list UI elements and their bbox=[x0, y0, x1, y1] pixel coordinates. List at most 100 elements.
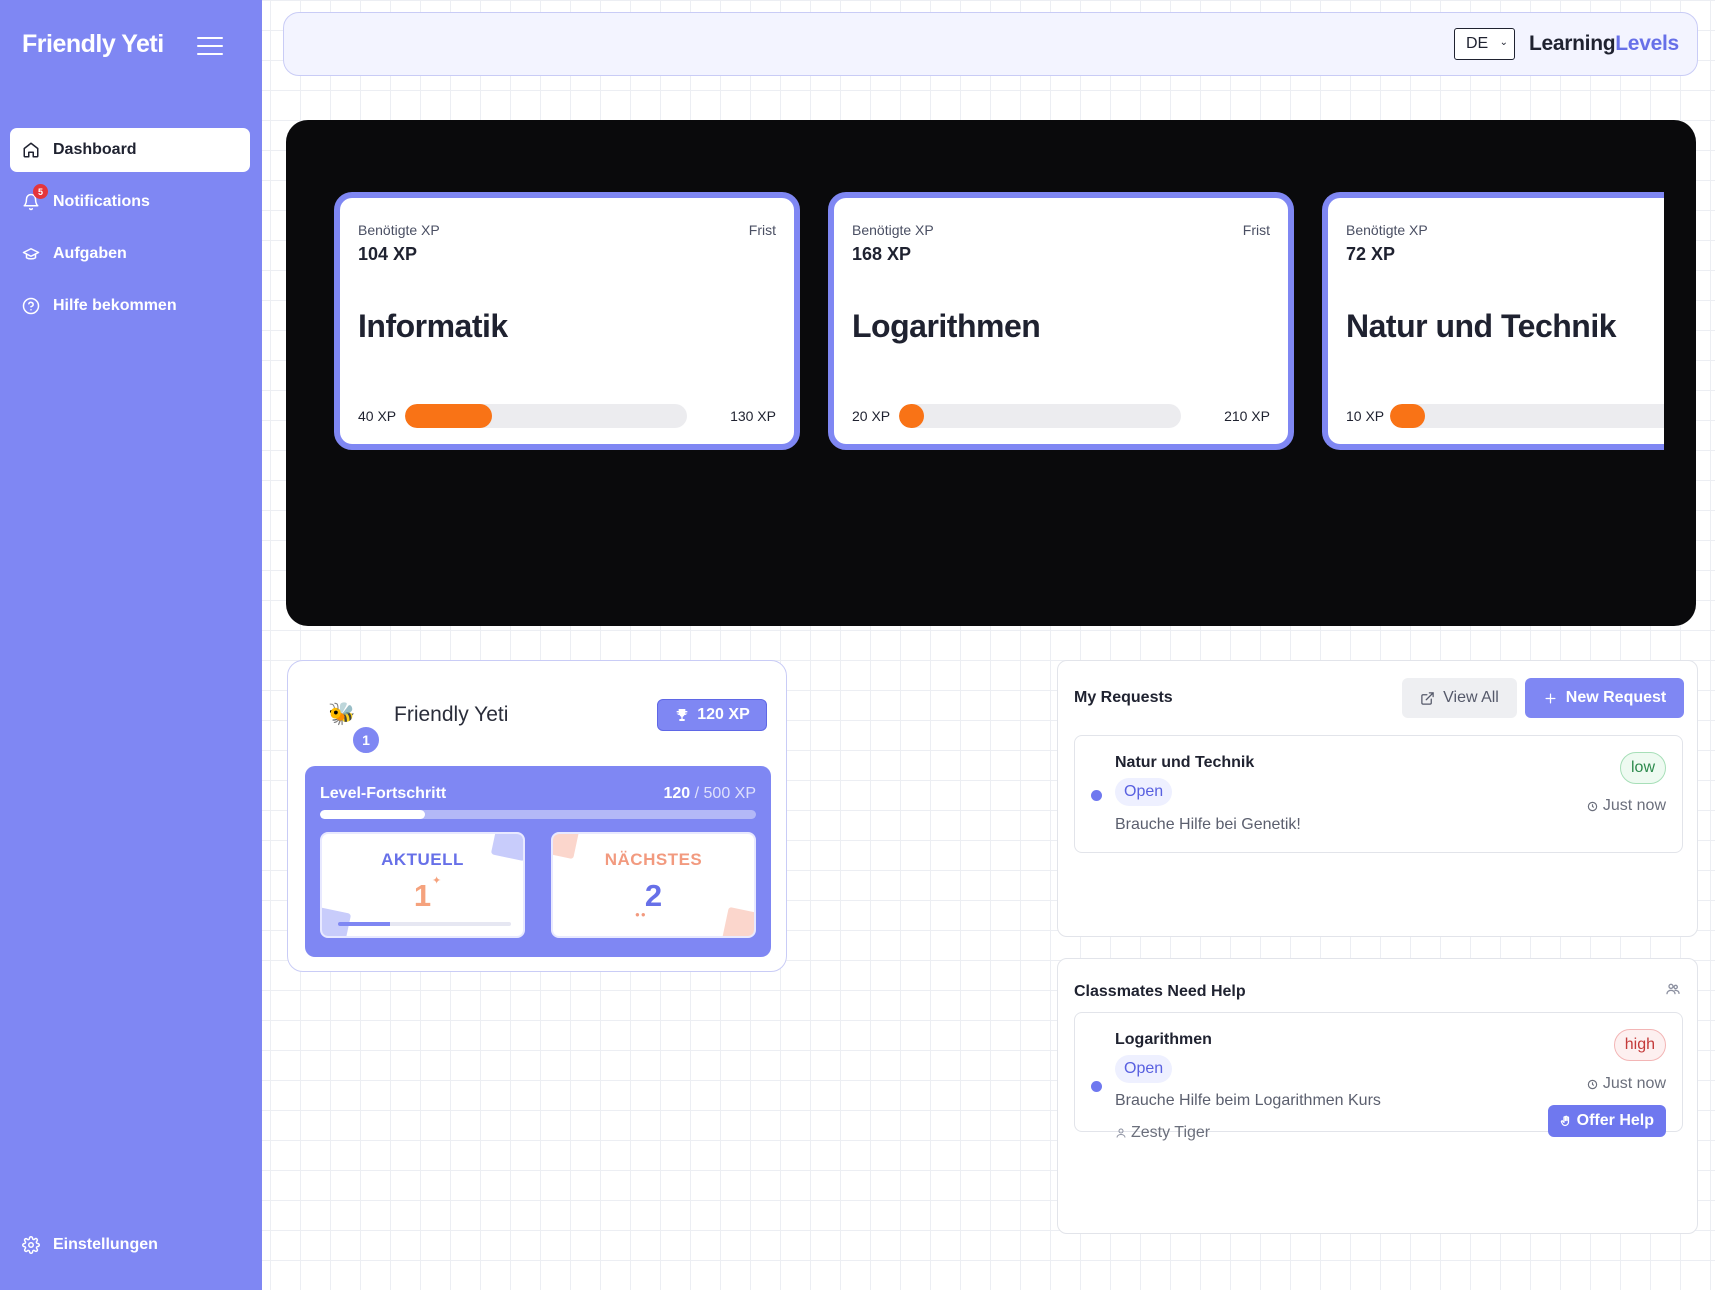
sidebar-item-settings[interactable]: Einstellungen bbox=[22, 1236, 158, 1254]
current-level-number: 1 bbox=[413, 878, 432, 913]
user-level-badge: 1 bbox=[351, 725, 381, 755]
status-badge: Open bbox=[1115, 778, 1173, 806]
required-xp-label: Benötigte XP bbox=[852, 222, 934, 238]
current-level-label: AKTUELL bbox=[381, 850, 464, 869]
required-xp-label: Benötigte XP bbox=[1346, 222, 1428, 238]
new-request-label: New Request bbox=[1565, 689, 1667, 706]
clock-icon bbox=[1587, 1079, 1598, 1089]
panel-title: My Requests bbox=[1074, 689, 1173, 706]
course-carousel: Benötigte XP Frist 104 XP Informatik 40 … bbox=[286, 120, 1696, 626]
required-xp-value: 104 XP bbox=[358, 244, 418, 264]
request-time-label: Just now bbox=[1602, 797, 1666, 814]
sidebar-item-notifications[interactable]: 5 Notifications bbox=[10, 180, 250, 224]
sidebar-item-hilfe-bekommen[interactable]: Hilfe bekommen bbox=[10, 284, 250, 328]
view-all-label: View All bbox=[1443, 689, 1499, 706]
language-value: DE bbox=[1466, 35, 1489, 52]
course-title: Logarithmen bbox=[852, 308, 1041, 344]
required-xp-value: 72 XP bbox=[1346, 244, 1396, 264]
trophy-icon bbox=[676, 709, 688, 721]
request-author: Zesty Tiger bbox=[1115, 1124, 1210, 1142]
request-description: Brauche Hilfe beim Logarithmen Kurs bbox=[1115, 1092, 1381, 1109]
course-progress-fill bbox=[899, 404, 925, 428]
xp-badge: 120 XP bbox=[657, 699, 767, 731]
language-select[interactable]: DE ⌄ bbox=[1454, 28, 1515, 60]
progress-min: 10 XP bbox=[1346, 408, 1385, 424]
current-level-mini-fill bbox=[338, 922, 390, 926]
sidebar-nav: Dashboard 5 Notifications Aufgaben Hilfe… bbox=[10, 128, 250, 336]
sidebar: Friendly Yeti Dashboard 5 Notifications … bbox=[0, 0, 262, 1290]
progress-max: 210 XP bbox=[1224, 408, 1270, 424]
graduation-cap-icon bbox=[22, 248, 40, 260]
course-progress-fill bbox=[405, 404, 493, 428]
logo-part-1: Learning bbox=[1529, 32, 1616, 55]
course-progress-bar bbox=[1390, 404, 1664, 428]
sidebar-item-dashboard[interactable]: Dashboard bbox=[10, 128, 250, 172]
total-xp: / 500 XP bbox=[694, 785, 756, 802]
progress-min: 40 XP bbox=[358, 408, 397, 424]
settings-label: Einstellungen bbox=[53, 1236, 158, 1253]
course-title: Natur und Technik bbox=[1346, 308, 1617, 344]
sidebar-item-label: Aufgaben bbox=[53, 245, 127, 262]
chevron-down-icon: ⌄ bbox=[1499, 37, 1508, 48]
request-description: Brauche Hilfe bei Genetik! bbox=[1115, 816, 1301, 833]
status-dot bbox=[1091, 1081, 1102, 1092]
help-request-item[interactable]: Logarithmen Open Brauche Hilfe beim Loga… bbox=[1074, 1012, 1683, 1141]
course-progress-bar bbox=[899, 404, 1181, 428]
priority-badge: high bbox=[1613, 1029, 1666, 1061]
required-xp-value: 168 XP bbox=[852, 244, 912, 264]
request-title: Natur und Technik bbox=[1115, 754, 1255, 771]
avatar: 🐝 bbox=[328, 701, 356, 726]
request-time-label: Just now bbox=[1602, 1075, 1666, 1092]
level-progress-count: 120 / 500 XP bbox=[663, 785, 756, 803]
panel-title: Classmates Need Help bbox=[1074, 983, 1246, 1000]
request-item[interactable]: Natur und Technik Open Brauche Hilfe bei… bbox=[1074, 735, 1683, 853]
help-circle-icon bbox=[22, 297, 40, 315]
progress-min: 20 XP bbox=[852, 408, 891, 424]
sidebar-item-aufgaben[interactable]: Aufgaben bbox=[10, 232, 250, 276]
carousel-viewport: Benötigte XP Frist 104 XP Informatik 40 … bbox=[334, 192, 1664, 454]
external-link-icon bbox=[1421, 691, 1434, 705]
gear-icon bbox=[22, 1236, 40, 1254]
hamburger-menu-icon[interactable] bbox=[197, 37, 223, 57]
level-progress-bar bbox=[320, 810, 756, 819]
sparkle-icon: ✦ bbox=[432, 875, 442, 887]
sidebar-item-label: Hilfe bekommen bbox=[53, 297, 177, 314]
xp-badge-value: 120 XP bbox=[697, 706, 750, 723]
status-dot bbox=[1091, 790, 1102, 801]
app-logo: LearningLevels bbox=[1529, 32, 1679, 56]
sidebar-item-label: Dashboard bbox=[53, 141, 137, 158]
brand-name: Friendly Yeti bbox=[22, 30, 164, 58]
progress-max: 130 XP bbox=[730, 408, 776, 424]
view-all-button[interactable]: View All bbox=[1402, 678, 1517, 718]
request-time: Just now bbox=[1587, 797, 1666, 815]
my-requests-panel: My Requests View All New Request Natur u… bbox=[1057, 660, 1698, 937]
course-progress-fill bbox=[1390, 404, 1425, 428]
sidebar-item-label: Notifications bbox=[53, 193, 150, 210]
level-progress-panel: Level-Fortschritt 120 / 500 XP AKTUELL 1… bbox=[305, 766, 771, 957]
profile-card: 🐝 1 Friendly Yeti 120 XP Level-Fortschri… bbox=[287, 660, 787, 972]
course-card-natur-und-technik[interactable]: Benötigte XP 72 XP Natur und Technik 10 … bbox=[1322, 192, 1664, 450]
status-badge: Open bbox=[1115, 1055, 1173, 1083]
current-xp: 120 bbox=[663, 785, 691, 802]
clock-icon bbox=[1587, 801, 1598, 811]
notification-count-badge: 5 bbox=[33, 184, 48, 199]
course-card-informatik[interactable]: Benötigte XP Frist 104 XP Informatik 40 … bbox=[334, 192, 800, 450]
current-level-card: AKTUELL 1 ✦ bbox=[320, 832, 525, 938]
course-card-logarithmen[interactable]: Benötigte XP Frist 168 XP Logarithmen 20… bbox=[828, 192, 1294, 450]
plus-icon bbox=[1545, 693, 1556, 703]
top-bar: DE ⌄ LearningLevels bbox=[283, 12, 1698, 76]
classmates-help-panel: Classmates Need Help Logarithmen Open Br… bbox=[1057, 958, 1698, 1234]
request-time: Just now bbox=[1587, 1075, 1666, 1093]
user-icon bbox=[1116, 1128, 1126, 1138]
new-request-button[interactable]: New Request bbox=[1525, 678, 1684, 718]
profile-name: Friendly Yeti bbox=[394, 703, 509, 726]
course-progress-bar bbox=[405, 404, 687, 428]
deadline-label: Frist bbox=[748, 222, 776, 238]
priority-badge: low bbox=[1619, 752, 1666, 784]
offer-help-label: Offer Help bbox=[1576, 1112, 1654, 1129]
home-icon bbox=[23, 142, 39, 158]
offer-help-button[interactable]: Offer Help bbox=[1547, 1105, 1666, 1137]
next-level-card: NÄCHSTES 2 ●● bbox=[551, 832, 756, 938]
required-xp-label: Benötigte XP bbox=[358, 222, 440, 238]
logo-part-2: Levels bbox=[1615, 32, 1679, 55]
